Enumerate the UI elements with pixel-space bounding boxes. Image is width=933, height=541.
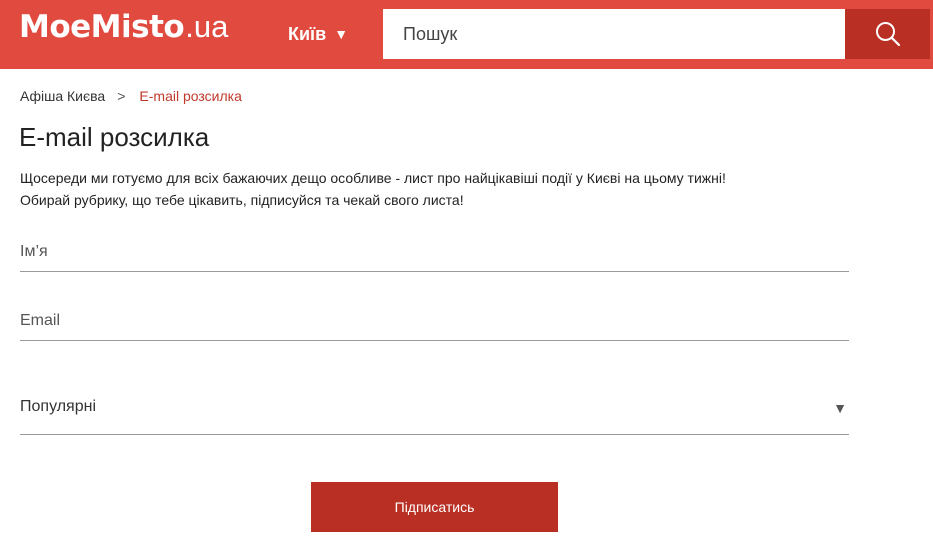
name-field-wrapper <box>20 232 849 272</box>
intro-text: Щосереди ми готуємо для всіх бажаючих де… <box>20 167 726 211</box>
category-select-value: Популярні <box>20 398 96 415</box>
category-select[interactable]: Популярні ▼ <box>20 386 849 435</box>
logo-tld-text: .ua <box>185 9 229 44</box>
intro-line-1: Щосереди ми готуємо для всіх бажаючих де… <box>20 170 726 186</box>
search-input[interactable] <box>383 9 845 59</box>
breadcrumb-item-current: E-mail розсилка <box>139 88 242 104</box>
email-field-wrapper <box>20 301 849 341</box>
city-selector[interactable]: Київ ▼ <box>288 22 348 46</box>
city-label: Київ <box>288 23 327 44</box>
page-title: E-mail розсилка <box>19 122 210 152</box>
breadcrumb: Афіша Києва > E-mail розсилка <box>20 88 242 104</box>
logo-main-text: MoeMisto <box>19 9 185 45</box>
subscribe-button[interactable]: Підписатись <box>311 482 558 532</box>
site-logo[interactable]: MoeMisto .ua <box>19 9 228 53</box>
breadcrumb-item-afisha[interactable]: Афіша Києва <box>20 88 105 104</box>
search-button[interactable] <box>845 9 930 59</box>
site-header: MoeMisto .ua Київ ▼ <box>0 0 933 69</box>
email-field[interactable] <box>20 301 849 340</box>
intro-line-2: Обирай рубрику, що тебе цікавить, підпис… <box>20 192 464 208</box>
breadcrumb-separator: > <box>117 88 126 104</box>
chevron-down-icon: ▼ <box>833 400 847 416</box>
search-icon <box>875 22 900 47</box>
chevron-down-icon: ▼ <box>334 26 349 42</box>
name-field[interactable] <box>20 232 849 271</box>
